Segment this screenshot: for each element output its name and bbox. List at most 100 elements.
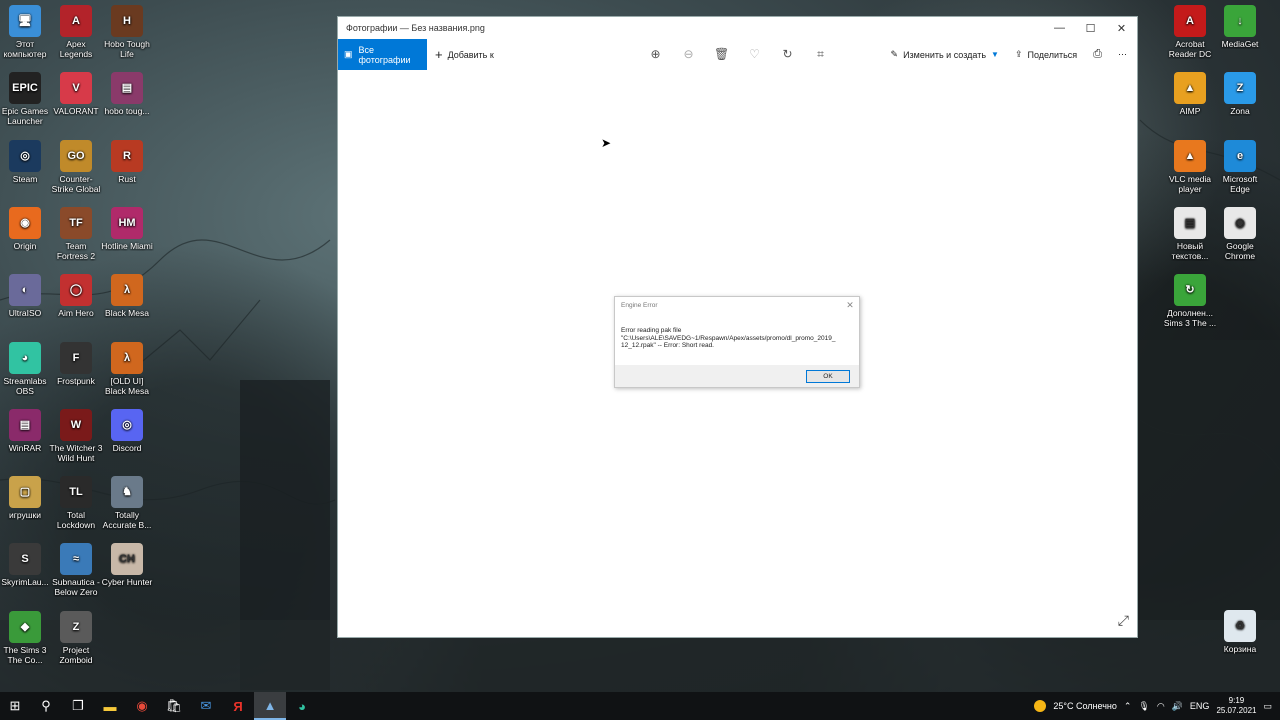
store-icon[interactable]: 🛍 xyxy=(158,692,190,720)
file-explorer-icon[interactable]: ▬ xyxy=(94,692,126,720)
desktop-icon-witcher[interactable]: W The Witcher 3 Wild Hunt xyxy=(49,408,103,463)
desktop-icon-text-file[interactable]: ▤ Новый текстов... xyxy=(1163,206,1217,261)
print-icon[interactable]: ⎙ xyxy=(1093,48,1102,61)
error-line-3: 12_12.rpak" -- Error: Short read. xyxy=(621,342,714,350)
wifi-icon[interactable]: ◠ xyxy=(1157,701,1165,712)
rotate-icon[interactable]: ↻ xyxy=(780,47,795,62)
desktop-icon-cyberhunter[interactable]: CH Cyber Hunter xyxy=(100,543,154,587)
desktop-icon-sims3-addon[interactable]: ↻ Дополнен... Sims 3 The ... xyxy=(1163,274,1217,328)
all-photos-button[interactable]: ▣ Все фотографии xyxy=(338,39,427,70)
weather-sun-icon[interactable] xyxy=(1034,700,1047,712)
desktop-icon-aimhero[interactable]: ◯ Aim Hero xyxy=(49,274,103,318)
dialog-close-icon[interactable]: ✕ xyxy=(841,300,859,311)
desktop-icon-vlc[interactable]: ▲ VLC media player xyxy=(1163,139,1217,194)
desktop-icon-apex[interactable]: A Apex Legends xyxy=(49,5,103,59)
crop-icon[interactable]: ⌗ xyxy=(813,47,828,62)
minimize-icon[interactable]: — xyxy=(1044,22,1075,34)
desktop-icon-zona[interactable]: Z Zona xyxy=(1213,72,1267,116)
share-button[interactable]: ⇪ Поделиться xyxy=(1015,49,1077,60)
dialog-title: Engine Error xyxy=(621,301,658,309)
desktop-icon-label: Google Chrome xyxy=(1224,240,1256,261)
desktop-icon-label: [OLD UI] Black Mesa xyxy=(105,375,149,396)
zoom-in-icon[interactable]: ⊕ xyxy=(648,47,663,62)
ok-button[interactable]: OK xyxy=(806,369,850,383)
desktop-icon-mediaget[interactable]: ↓ MediaGet xyxy=(1213,5,1267,49)
desktop-icon-label: VLC media player xyxy=(1168,173,1212,194)
desktop-icon-label: VALORANT xyxy=(53,106,99,117)
desktop-icon-sims3[interactable]: ◆ The Sims 3 The Co... xyxy=(0,610,52,665)
maximize-icon[interactable]: ☐ xyxy=(1075,22,1106,35)
desktop-icon-steam[interactable]: ◎ Steam xyxy=(0,139,52,184)
desktop-icon-computer[interactable]: 🖥 Этот компьютер xyxy=(0,5,52,59)
desktop-icon-folder[interactable]: ▢ игрушки xyxy=(0,476,52,520)
desktop-icon-winrar-archive[interactable]: ▤ hobo toug... xyxy=(100,72,154,116)
desktop-icon-origin[interactable]: ◉ Origin xyxy=(0,206,52,251)
window-titlebar[interactable]: Фотографии — Без названия.png — ☐ ✕ xyxy=(338,17,1137,39)
desktop-icon-rust[interactable]: R Rust xyxy=(100,139,154,184)
desktop-icon-chrome[interactable]: ◉ Google Chrome xyxy=(1213,206,1267,261)
desktop-icon-valorant[interactable]: V VALORANT xyxy=(49,72,103,116)
search-icon[interactable]: ⚲ xyxy=(30,692,62,720)
yandex-browser-icon[interactable]: Я xyxy=(222,692,254,720)
favorite-icon[interactable]: ♡ xyxy=(747,47,762,62)
desktop-icon-hotline-miami[interactable]: HM Hotline Miami xyxy=(100,206,154,251)
desktop-icon-blackmesa-old[interactable]: λ [OLD UI] Black Mesa xyxy=(100,341,154,396)
subnautica-icon: ≈ xyxy=(60,543,92,576)
close-icon[interactable]: ✕ xyxy=(1106,22,1137,35)
task-view-icon[interactable]: ❐ xyxy=(62,692,94,720)
desktop-icon-hobo[interactable]: H Hobo Tough Life xyxy=(100,5,154,59)
sims3-icon: ◆ xyxy=(9,610,41,643)
desktop-icon-subnautica[interactable]: ≈ Subnautica - Below Zero xyxy=(49,543,103,597)
microphone-icon[interactable]: 🎙 xyxy=(1138,701,1149,712)
winrar-archive-icon: ▤ xyxy=(111,72,143,105)
weather-text[interactable]: 25°C Солнечно xyxy=(1053,701,1117,711)
streamlabs-taskbar-icon[interactable]: ◕ xyxy=(286,692,318,720)
hotline-miami-icon: HM xyxy=(111,206,143,239)
desktop-icon-skyrim[interactable]: S SkyrimLau... xyxy=(0,543,52,587)
volume-icon[interactable]: 🔊 xyxy=(1172,701,1183,712)
desktop-icon-zomboid[interactable]: Z Project Zomboid xyxy=(49,610,103,665)
desktop-icon-tf2[interactable]: TF Team Fortress 2 xyxy=(49,206,103,261)
desktop-icon-discord[interactable]: ◎ Discord xyxy=(100,408,154,453)
fullscreen-icon[interactable]: ⤢ xyxy=(1118,612,1129,629)
desktop-icon-label: Subnautica - Below Zero xyxy=(52,577,100,598)
desktop-icon-streamlabs[interactable]: ◕ Streamlabs OBS xyxy=(0,341,52,396)
zoom-out-icon[interactable]: ⊖ xyxy=(681,47,696,62)
desktop-icon-csgo[interactable]: GOCounter-Strike Global Offe... xyxy=(49,139,103,194)
mail-icon[interactable]: ✉ xyxy=(190,692,222,720)
add-to-button[interactable]: + Добавить к xyxy=(435,47,494,62)
desktop-icon-recycle-bin[interactable]: ♻ Корзина xyxy=(1213,610,1267,654)
start-windows-icon[interactable]: ⊞ xyxy=(0,692,30,720)
hobo-icon: H xyxy=(111,5,143,37)
desktop-icon-frostpunk[interactable]: F Frostpunk xyxy=(49,341,103,386)
notifications-icon[interactable]: ▭ xyxy=(1263,701,1272,712)
desktop-icon-ultraiso[interactable]: ◐ UltraISO xyxy=(0,274,52,318)
edit-create-label: Изменить и создать xyxy=(903,49,987,60)
chrome-icon: ◉ xyxy=(1224,206,1256,239)
tray-chevron-icon[interactable]: ⌃ xyxy=(1124,701,1132,712)
error-line-1: Error reading pak file xyxy=(621,327,682,334)
chrome-taskbar-icon[interactable]: ◉ xyxy=(126,692,158,720)
desktop-icon-aimp[interactable]: ▲ AIMP xyxy=(1163,72,1217,116)
desktop-icon-epic[interactable]: EPIC Epic Games Launcher xyxy=(0,72,52,126)
desktop-icon-winrar[interactable]: ▤ WinRAR xyxy=(0,408,52,453)
desktop-icon-label: AIMP xyxy=(1179,106,1201,117)
delete-icon[interactable]: 🗑 xyxy=(714,47,729,62)
mouse-cursor-icon: ➤ xyxy=(601,136,612,150)
csgo-icon: GO xyxy=(60,139,92,172)
language-indicator[interactable]: ENG xyxy=(1190,701,1210,711)
desktop-icon-total-lockdown[interactable]: TL Total Lockdown xyxy=(49,476,103,530)
desktop-icon-acrobat[interactable]: A Acrobat Reader DC xyxy=(1163,5,1217,59)
desktop-icon-label: Counter-Strike Global Offe... xyxy=(51,173,101,194)
photos-taskbar-icon[interactable]: ▲ xyxy=(254,692,286,720)
total-lockdown-icon: TL xyxy=(60,476,92,509)
desktop-icon-edge[interactable]: e Microsoft Edge xyxy=(1213,139,1267,194)
mediaget-icon: ↓ xyxy=(1224,5,1256,37)
more-icon[interactable]: ⋯ xyxy=(1118,49,1127,60)
edit-create-button[interactable]: ✎ Изменить и создать ▼ xyxy=(891,49,999,60)
aimp-icon: ▲ xyxy=(1174,72,1206,105)
desktop-icon-blackmesa[interactable]: λ Black Mesa xyxy=(100,274,154,318)
apex-icon: A xyxy=(60,5,92,37)
clock[interactable]: 9:19 25.07.2021 xyxy=(1216,696,1256,716)
desktop-icon-tabs[interactable]: ♞ Totally Accurate B... xyxy=(100,476,154,530)
